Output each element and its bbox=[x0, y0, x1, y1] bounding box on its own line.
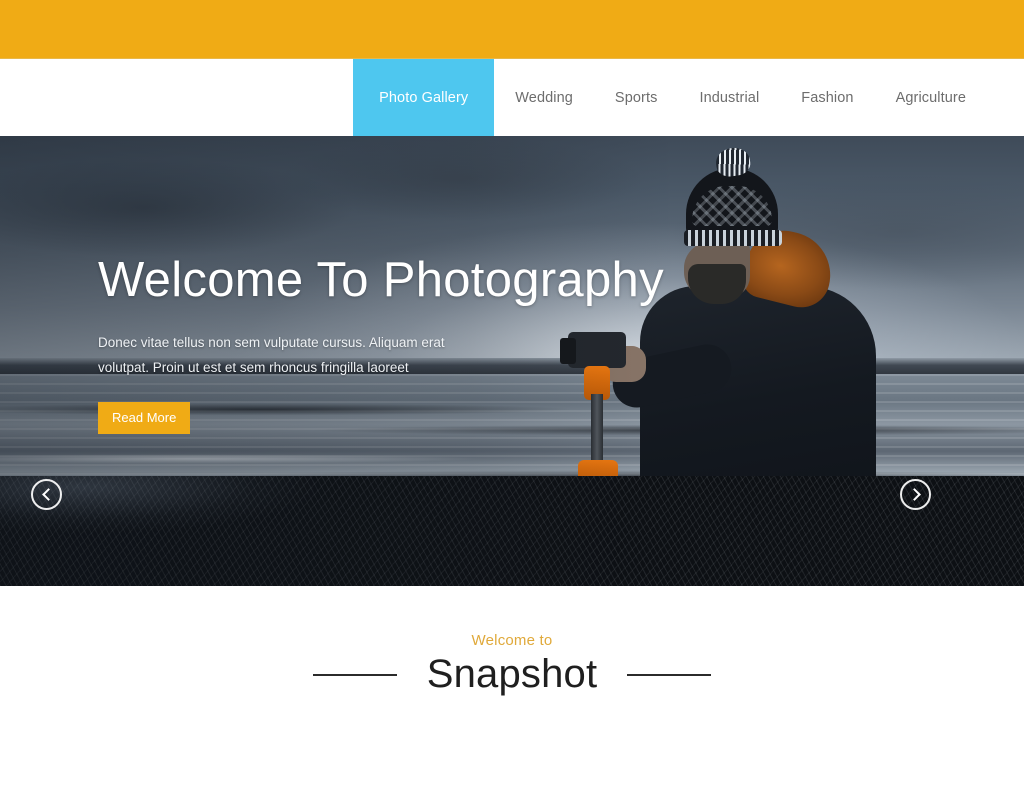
hero-content: Welcome To Photography Donec vitae tellu… bbox=[98, 253, 664, 434]
nav-item-photo-gallery[interactable]: Photo Gallery bbox=[353, 59, 495, 136]
hero-carousel: Welcome To Photography Donec vitae tellu… bbox=[0, 136, 1024, 586]
nav-item-sports[interactable]: Sports bbox=[594, 59, 679, 136]
nav-item-wedding[interactable]: Wedding bbox=[494, 59, 594, 136]
carousel-next-button[interactable] bbox=[900, 479, 931, 510]
welcome-kicker: Welcome to bbox=[471, 632, 553, 649]
top-accent-bar bbox=[0, 0, 1024, 58]
nav-item-industrial[interactable]: Industrial bbox=[678, 59, 780, 136]
chevron-left-icon bbox=[41, 488, 55, 501]
nav-item-fashion[interactable]: Fashion bbox=[780, 59, 874, 136]
nav-item-label: Agriculture bbox=[895, 89, 966, 106]
heading-rule-right bbox=[627, 673, 712, 676]
carousel-prev-button[interactable] bbox=[31, 479, 62, 510]
heading-rule-left bbox=[312, 673, 397, 676]
nav-item-label: Sports bbox=[614, 89, 658, 106]
welcome-heading-row: Snapshot bbox=[312, 652, 712, 697]
nav-list: Photo Gallery Wedding Sports Industrial … bbox=[353, 59, 1024, 136]
nav-item-label: Fashion bbox=[801, 89, 854, 106]
hero-title: Welcome To Photography bbox=[98, 253, 664, 307]
welcome-section: Welcome to Snapshot bbox=[0, 586, 1024, 800]
nav-item-label: Wedding bbox=[515, 89, 573, 106]
main-navigation: Photo Gallery Wedding Sports Industrial … bbox=[0, 58, 1024, 136]
read-more-button[interactable]: Read More bbox=[98, 401, 191, 434]
chevron-right-icon bbox=[907, 488, 921, 501]
hero-description: Donec vitae tellus non sem vulputate cur… bbox=[98, 334, 445, 375]
nav-item-label: Photo Gallery bbox=[379, 89, 469, 106]
nav-item-agriculture[interactable]: Agriculture bbox=[875, 59, 1024, 136]
nav-item-label: Industrial bbox=[699, 89, 760, 106]
welcome-heading: Snapshot bbox=[426, 652, 598, 696]
